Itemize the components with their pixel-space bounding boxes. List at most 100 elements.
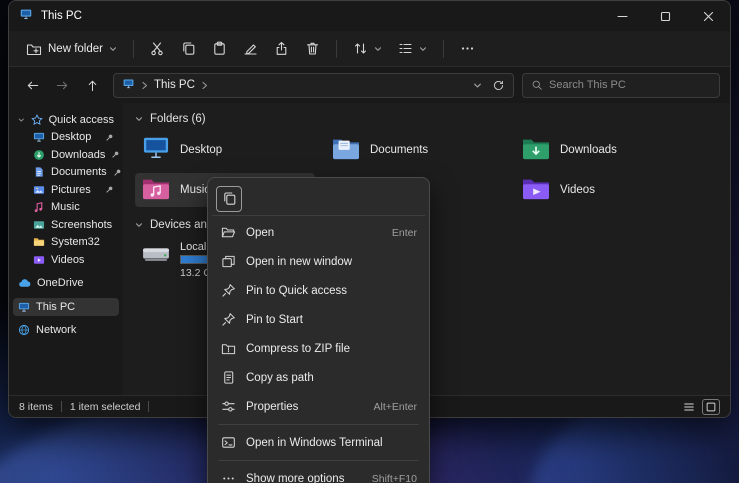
toolbar-divider xyxy=(336,40,337,58)
menu-item-open[interactable]: Open Enter xyxy=(212,218,425,247)
more-options-button[interactable] xyxy=(453,36,482,61)
menu-item-pin-to-start[interactable]: Pin to Start xyxy=(212,305,425,334)
forward-button[interactable] xyxy=(49,72,75,98)
folders-header-label: Folders (6) xyxy=(150,113,206,125)
new-folder-button[interactable]: New folder xyxy=(19,36,124,62)
toolbar-divider xyxy=(133,40,134,58)
breadcrumb[interactable]: This PC xyxy=(154,79,195,91)
copy-button[interactable] xyxy=(216,186,242,212)
documents-folder-icon xyxy=(331,135,361,166)
minimize-button[interactable] xyxy=(601,1,644,31)
menu-item-properties[interactable]: Properties Alt+Enter xyxy=(212,392,425,421)
chevron-right-icon xyxy=(141,81,148,90)
videos-folder-icon xyxy=(521,175,551,206)
items-count: 8 items xyxy=(19,401,53,413)
chevron-down-icon xyxy=(109,45,117,53)
menu-item-open-in-new-window[interactable]: Open in new window xyxy=(212,247,425,276)
view-icon xyxy=(398,41,413,56)
folder-name: Downloads xyxy=(560,144,617,156)
sidebar-item-label: This PC xyxy=(36,301,75,313)
sidebar-item-this-pc[interactable]: This PC xyxy=(13,298,119,316)
details-view-toggle[interactable] xyxy=(680,399,698,415)
menu-separator xyxy=(218,460,419,461)
sidebar-item-label: Screenshots xyxy=(51,219,112,231)
share-button[interactable] xyxy=(267,36,296,61)
delete-button[interactable] xyxy=(298,36,327,61)
menu-item-show-more-options[interactable]: Show more options Shift+F10 xyxy=(212,464,425,483)
up-button[interactable] xyxy=(79,72,105,98)
toolbar-divider xyxy=(443,40,444,58)
chevron-right-icon xyxy=(201,81,208,90)
sidebar-item-screenshots[interactable]: Screenshots xyxy=(13,216,119,234)
share-icon xyxy=(274,41,289,56)
folders-section-header[interactable]: Folders (6) xyxy=(135,111,718,127)
back-button[interactable] xyxy=(19,72,45,98)
search-input[interactable] xyxy=(549,79,711,91)
folder-tile-videos[interactable]: Videos xyxy=(515,173,695,207)
sort-button[interactable] xyxy=(346,36,389,61)
folder-tile-desktop[interactable]: Desktop xyxy=(135,133,315,167)
view-button[interactable] xyxy=(391,36,434,61)
maximize-button[interactable] xyxy=(644,1,687,31)
large-icons-view-toggle[interactable] xyxy=(702,399,720,415)
sidebar-item-label: System32 xyxy=(51,236,100,248)
new-folder-label: New folder xyxy=(48,43,103,55)
folder-tile-documents[interactable]: Documents xyxy=(325,133,505,167)
pin-icon xyxy=(105,133,114,142)
globe-icon xyxy=(18,324,30,336)
up-arrow-icon xyxy=(85,78,100,93)
sidebar-item-documents[interactable]: Documents xyxy=(13,164,119,182)
picture-icon xyxy=(33,219,45,231)
new-window-icon xyxy=(220,254,236,269)
search-icon xyxy=(531,79,543,91)
properties-icon xyxy=(220,399,236,414)
menu-item-compress-to-zip[interactable]: Compress to ZIP file xyxy=(212,334,425,363)
status-divider xyxy=(61,401,62,412)
new-folder-icon xyxy=(26,41,42,57)
zip-folder-icon xyxy=(220,341,236,356)
menu-item-copy-as-path[interactable]: Copy as path xyxy=(212,363,425,392)
pc-icon xyxy=(122,77,135,93)
refresh-icon[interactable] xyxy=(492,79,505,92)
copy-button[interactable] xyxy=(174,36,203,61)
sidebar-item-music[interactable]: Music xyxy=(13,199,119,217)
more-icon xyxy=(460,41,475,56)
search-box[interactable] xyxy=(522,73,720,98)
chevron-down-icon xyxy=(374,45,382,53)
sidebar-item-onedrive[interactable]: OneDrive xyxy=(13,275,119,293)
desktop-folder-icon xyxy=(141,135,171,166)
paste-icon xyxy=(212,41,227,56)
sidebar-item-pictures[interactable]: Pictures xyxy=(13,181,119,199)
sidebar-item-label: Desktop xyxy=(51,131,91,143)
cut-button[interactable] xyxy=(143,36,172,61)
details-view-icon xyxy=(683,401,695,413)
sidebar-item-quick-access[interactable]: Quick access xyxy=(13,111,119,129)
sidebar-item-label: Music xyxy=(51,201,80,213)
folder-tile-downloads[interactable]: Downloads xyxy=(515,133,695,167)
sidebar-item-downloads[interactable]: Downloads xyxy=(13,146,119,164)
titlebar: This PC xyxy=(9,1,730,31)
folder-icon xyxy=(33,236,45,248)
close-button[interactable] xyxy=(687,1,730,31)
copy-path-icon xyxy=(220,370,236,385)
sidebar-item-network[interactable]: Network xyxy=(13,322,119,340)
back-arrow-icon xyxy=(25,78,40,93)
rename-button[interactable] xyxy=(236,36,265,61)
sidebar-item-desktop[interactable]: Desktop xyxy=(13,129,119,147)
paste-button[interactable] xyxy=(205,36,234,61)
copy-icon xyxy=(181,41,196,56)
terminal-icon xyxy=(220,435,236,450)
sidebar-item-label: Pictures xyxy=(51,184,91,196)
navigation-bar: This PC xyxy=(9,67,730,103)
menu-item-open-in-windows-terminal[interactable]: Open in Windows Terminal xyxy=(212,428,425,457)
sort-icon xyxy=(353,41,368,56)
music-folder-icon xyxy=(141,175,171,206)
menu-item-pin-to-quick-access[interactable]: Pin to Quick access xyxy=(212,276,425,305)
context-menu: Open Enter Open in new window Pin to Qui… xyxy=(207,177,430,483)
address-bar[interactable]: This PC xyxy=(113,73,514,98)
menu-separator xyxy=(218,424,419,425)
chevron-down-icon[interactable] xyxy=(473,81,482,90)
status-divider xyxy=(148,401,149,412)
sidebar-item-system32[interactable]: System32 xyxy=(13,234,119,252)
sidebar-item-videos[interactable]: Videos xyxy=(13,251,119,269)
